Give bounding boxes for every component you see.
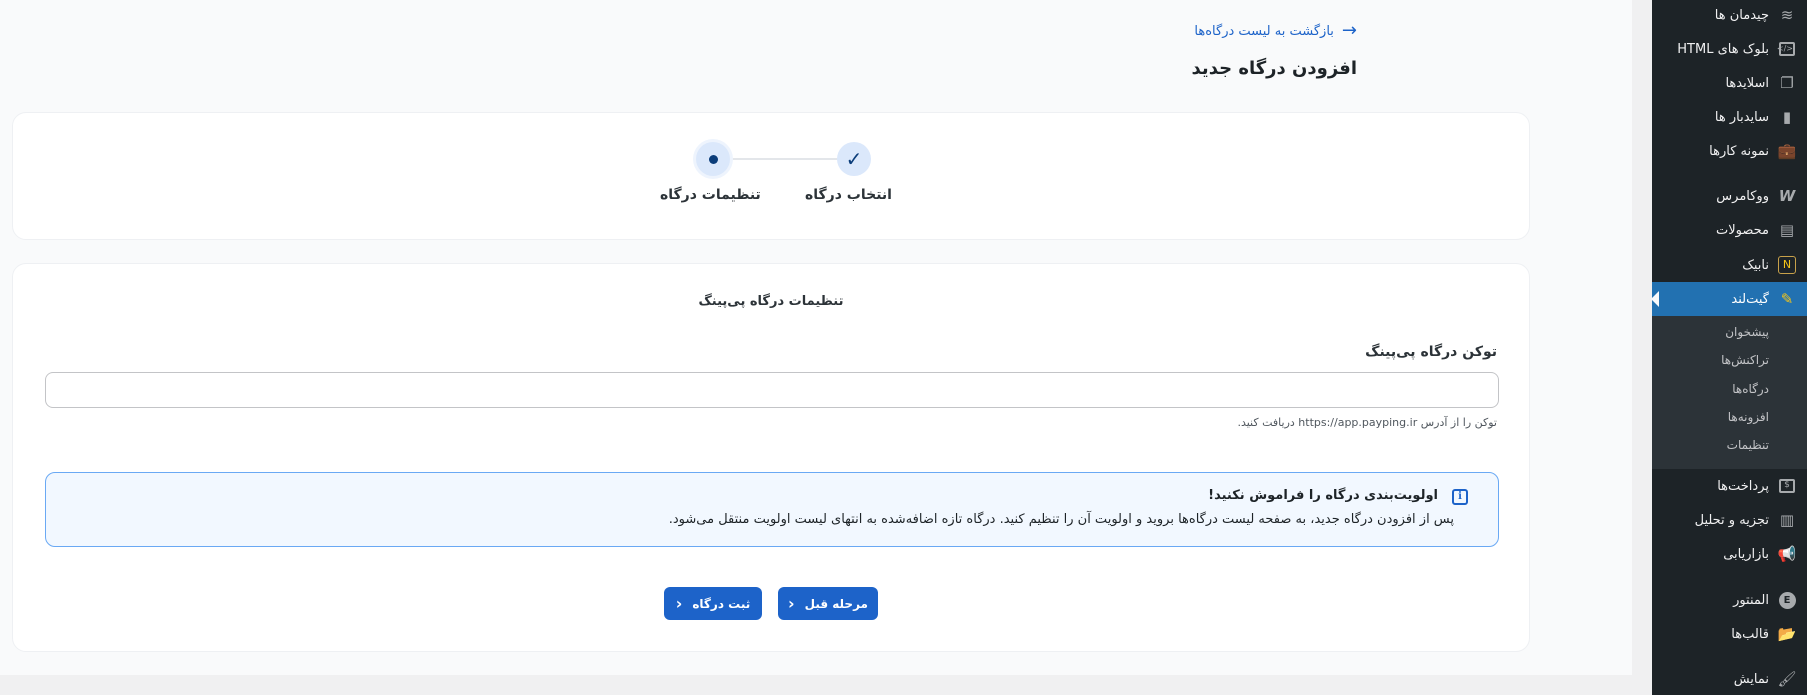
sidebar-item-sidebars[interactable]: ▮ سایدبار ها xyxy=(1652,100,1807,134)
folder-icon: 📂 xyxy=(1777,625,1797,643)
current-dot-icon xyxy=(708,154,718,164)
section-title: تنظیمات درگاه پی‌پینگ xyxy=(698,294,844,309)
sidebar-item-analytics[interactable]: ▥ تجزیه و تحلیل xyxy=(1652,503,1807,537)
main-content: → بازگشت به لیست درگاه‌ها افزودن درگاه ج… xyxy=(0,0,1632,695)
footer-strip xyxy=(0,675,1652,695)
sidebar-item-label: پرداخت‌ها xyxy=(1717,478,1769,494)
sidebar-item-label: بازاریابی xyxy=(1723,546,1769,562)
brush-icon: 🖌 xyxy=(1777,670,1797,688)
step-label-select-gateway: انتخاب درگاه xyxy=(805,187,892,203)
gateway-settings-card: تنظیمات درگاه پی‌پینگ توکن درگاه پی‌پینگ… xyxy=(12,263,1530,652)
briefcase-icon: 💼 xyxy=(1777,142,1797,160)
layers-icon: ≋ xyxy=(1780,6,1794,24)
token-help-text: توکن را از آدرس https://app.payping.ir د… xyxy=(1237,416,1497,429)
token-field-label: توکن درگاه پی‌پینگ xyxy=(1365,344,1497,360)
submenu-item-settings[interactable]: تنظیمات xyxy=(1652,431,1807,459)
sidebar-item-label: نمایش xyxy=(1733,671,1769,687)
sidebar-item-gateland[interactable]: ✎ گیت‌لند xyxy=(1651,282,1807,316)
sidebar-item-label: اسلایدها xyxy=(1725,75,1769,91)
sidebar-item-label: گیت‌لند xyxy=(1731,291,1769,307)
sidebar-item-label: المنتور xyxy=(1733,592,1769,608)
submenu-item-gateways[interactable]: درگاه‌ها xyxy=(1652,375,1807,403)
archive-icon: ▤ xyxy=(1779,221,1795,239)
slides-icon: ❐ xyxy=(1780,74,1794,92)
sidebar-item-label: قالب‌ها xyxy=(1731,626,1769,642)
step-done-check-icon: ✓ xyxy=(837,142,871,176)
step-current-indicator xyxy=(696,142,730,176)
nabik-icon: N xyxy=(1777,255,1797,275)
elementor-icon: E xyxy=(1777,590,1797,610)
woocommerce-icon: W xyxy=(1778,187,1796,205)
sidebar-item-slides[interactable]: ❐ اسلایدها xyxy=(1652,66,1807,100)
sidebar-item-html-blocks[interactable]: </> بلوک های HTML xyxy=(1652,32,1807,66)
page-title: افزودن درگاه جدید xyxy=(1191,58,1357,79)
submenu-item-dashboard[interactable]: پیشخوان xyxy=(1652,318,1807,346)
sidebar-item-layouts[interactable]: ≋ چیدمان ها xyxy=(1652,0,1807,32)
submenu-item-transactions[interactable]: تراکنش‌ها xyxy=(1652,346,1807,374)
sidebar-item-portfolio[interactable]: 💼 نمونه کارها xyxy=(1652,134,1807,168)
token-input[interactable] xyxy=(45,372,1499,408)
back-link-label: بازگشت به لیست درگاه‌ها xyxy=(1194,23,1334,39)
content-gutter xyxy=(1632,0,1652,695)
priority-notice: i اولویت‌بندی درگاه را فراموش نکنید! پس … xyxy=(45,472,1499,547)
sidebar-item-nabik[interactable]: N نابیک xyxy=(1652,248,1807,282)
sidebar-item-label: ووکامرس xyxy=(1716,188,1769,204)
chevron-left-icon: ‹ xyxy=(675,593,683,613)
sidebar-item-appearance[interactable]: 🖌 نمایش xyxy=(1652,662,1807,695)
previous-step-label: مرحله قبل xyxy=(804,596,868,611)
sidebar-icon: ▮ xyxy=(1782,108,1792,126)
submenu-item-addons[interactable]: افزونه‌ها xyxy=(1652,403,1807,431)
stepper: ✓ انتخاب درگاه تنظیمات درگاه xyxy=(13,113,1529,239)
gateland-submenu: پیشخوان تراکنش‌ها درگاه‌ها افزونه‌ها تنظ… xyxy=(1652,316,1807,469)
sidebar-item-marketing[interactable]: 📢 بازاریابی xyxy=(1652,537,1807,571)
dollar-icon: $ xyxy=(1777,476,1797,496)
submit-gateway-label: ثبت درگاه xyxy=(692,596,751,611)
info-icon: i xyxy=(1452,489,1468,505)
sidebar-item-label: تجزیه و تحلیل xyxy=(1694,512,1769,528)
sidebar-item-products[interactable]: ▤ محصولات xyxy=(1652,213,1807,247)
megaphone-icon: 📢 xyxy=(1777,545,1797,563)
sidebar-item-elementor[interactable]: E المنتور xyxy=(1652,583,1807,617)
sidebar-item-woocommerce[interactable]: W ووکامرس xyxy=(1652,179,1807,213)
sidebar-item-label: چیدمان ها xyxy=(1714,7,1769,23)
stepper-card: ✓ انتخاب درگاه تنظیمات درگاه xyxy=(12,112,1530,240)
sidebar-item-label: محصولات xyxy=(1716,222,1769,238)
back-to-gateways-link[interactable]: → بازگشت به لیست درگاه‌ها xyxy=(1194,22,1357,40)
chevron-left-icon: ‹ xyxy=(788,593,795,613)
step-label-gateway-settings: تنظیمات درگاه xyxy=(660,187,761,203)
sidebar-item-label: نمونه کارها xyxy=(1709,143,1769,159)
step-connector xyxy=(731,158,841,160)
notice-text: پس از افزودن درگاه جدید، به صفحه لیست در… xyxy=(668,512,1454,527)
notice-title: اولویت‌بندی درگاه را فراموش نکنید! xyxy=(1208,488,1438,503)
sidebar-item-label: نابیک xyxy=(1742,257,1769,273)
gateland-icon: ✎ xyxy=(1780,290,1794,308)
code-block-icon: </> xyxy=(1777,39,1797,59)
sidebar-item-label: سایدبار ها xyxy=(1714,109,1769,125)
active-indicator xyxy=(1651,291,1659,307)
arrow-right-icon: → xyxy=(1341,20,1357,41)
sidebar-item-payments[interactable]: $ پرداخت‌ها xyxy=(1652,469,1807,503)
submit-gateway-button[interactable]: ثبت درگاه ‹ xyxy=(664,587,762,620)
sidebar-item-templates[interactable]: 📂 قالب‌ها xyxy=(1652,617,1807,651)
bar-chart-icon: ▥ xyxy=(1779,511,1795,529)
previous-step-button[interactable]: مرحله قبل ‹ xyxy=(778,587,878,620)
admin-sidebar: ≋ چیدمان ها </> بلوک های HTML ❐ اسلایدها… xyxy=(1651,0,1807,695)
sidebar-item-label: بلوک های HTML xyxy=(1677,41,1769,57)
